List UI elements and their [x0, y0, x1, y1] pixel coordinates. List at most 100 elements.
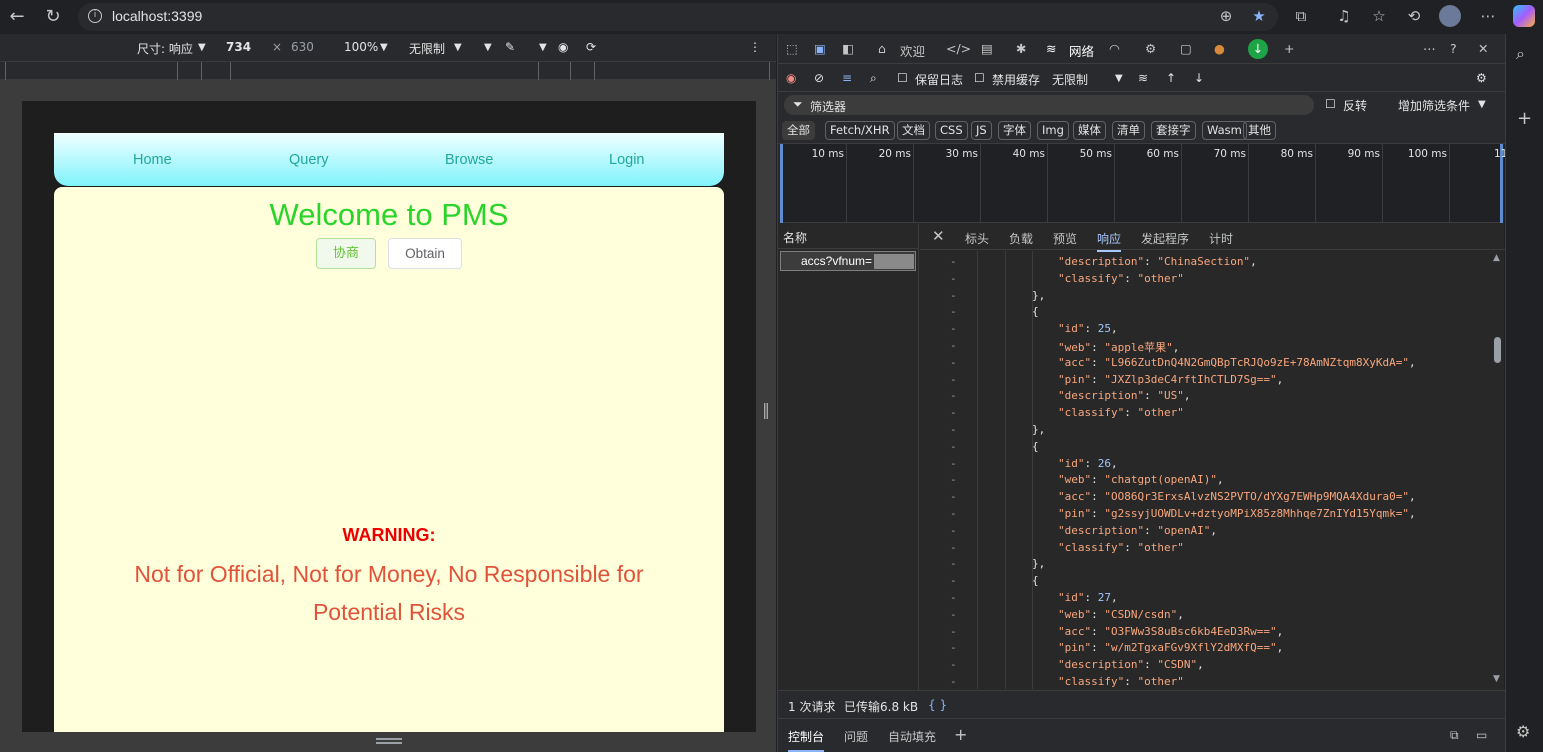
more-filters-dropdown[interactable]: 增加筛选条件	[1398, 97, 1470, 114]
zoom-select[interactable]: 100%	[344, 40, 378, 54]
home-icon[interactable]: ⌂	[878, 41, 886, 56]
tab-response[interactable]: 响应	[1097, 230, 1122, 252]
copilot-icon[interactable]	[1513, 5, 1535, 27]
nav-browse[interactable]: Browse	[445, 152, 493, 168]
filter-all[interactable]: 全部	[782, 121, 815, 140]
obtain-button[interactable]: Obtain	[388, 238, 462, 269]
nav-query[interactable]: Query	[289, 152, 329, 168]
filter-manifest[interactable]: 清单	[1112, 121, 1145, 140]
application-icon[interactable]: ▢	[1180, 41, 1192, 56]
sidebar-settings-icon[interactable]: ⚙	[1516, 722, 1530, 741]
throttle-select[interactable]: 无限制	[409, 40, 445, 57]
network-settings-icon[interactable]: ⚙	[1476, 71, 1487, 85]
tab-headers[interactable]: 标头	[965, 230, 989, 247]
filter-img[interactable]: Img	[1037, 121, 1069, 140]
media-query-ruler[interactable]	[0, 61, 776, 80]
filter-media[interactable]: 媒体	[1073, 121, 1106, 140]
search-icon[interactable]: ⌕	[1516, 44, 1525, 64]
console-icon[interactable]: ▤	[981, 41, 993, 56]
width-input[interactable]: 734	[226, 40, 251, 54]
scroll-down-icon[interactable]: ▼	[1493, 674, 1500, 684]
import-har-icon[interactable]: ↑	[1166, 71, 1176, 85]
wifi-icon[interactable]: ≋	[1046, 41, 1056, 56]
filter-css[interactable]: CSS	[935, 121, 968, 140]
help-icon[interactable]: ?	[1450, 41, 1457, 56]
back-arrow-icon[interactable]: ←	[5, 5, 29, 29]
invert-checkbox[interactable]: ☐	[1325, 97, 1336, 111]
filter-font[interactable]: 字体	[998, 121, 1031, 140]
filter-wasm[interactable]: Wasm	[1202, 121, 1247, 140]
extensions-icon[interactable]: ⧉	[1290, 5, 1312, 27]
tab-autofill[interactable]: 自动填充	[888, 728, 936, 745]
tab-console[interactable]: 控制台	[788, 728, 825, 752]
rotate-icon[interactable]: ⟳	[586, 40, 596, 54]
site-info-icon[interactable]: i	[88, 9, 102, 23]
eyedropper-icon[interactable]: ✎	[505, 40, 515, 54]
close-details-icon[interactable]: ✕	[932, 227, 945, 245]
filter-doc[interactable]: 文档	[897, 121, 930, 140]
media-icon[interactable]: ♫	[1333, 5, 1355, 27]
scroll-up-icon[interactable]: ▲	[1493, 253, 1500, 263]
negotiate-button[interactable]: 协商	[316, 238, 376, 269]
elements-icon[interactable]: </>	[946, 41, 971, 56]
tab-initiator[interactable]: 发起程序	[1141, 230, 1189, 247]
throttle-select[interactable]: 无限制	[1052, 71, 1088, 88]
name-column-header[interactable]: 名称	[783, 229, 807, 246]
filter-js[interactable]: JS	[971, 121, 992, 140]
bug-icon[interactable]: ✱	[1016, 41, 1026, 56]
filter-toggle-icon[interactable]: ≡	[842, 71, 852, 85]
dock-icon[interactable]: ◧	[842, 41, 854, 56]
search-icon[interactable]: ⌕	[870, 71, 877, 86]
height-input[interactable]: 630	[291, 40, 314, 54]
bookmark-star-icon[interactable]: ★	[1248, 5, 1270, 27]
history-icon[interactable]: ⟲	[1403, 5, 1425, 27]
clear-icon[interactable]: ⊘	[814, 71, 824, 85]
more-options-icon[interactable]: ⋮	[749, 40, 761, 54]
tab-issues[interactable]: 问题	[844, 728, 868, 745]
inspect-icon[interactable]: ⬚	[786, 41, 798, 56]
dimensions-select[interactable]: 尺寸: 响应	[137, 40, 193, 57]
add-tab-icon[interactable]: +	[1284, 41, 1294, 56]
pretty-print-icon[interactable]: { }	[928, 698, 947, 712]
zoom-icon[interactable]: ⊕	[1215, 5, 1237, 27]
download-icon[interactable]: ↓	[1248, 39, 1268, 59]
response-body[interactable]: - "description": "ChinaSection", - "classif…	[920, 251, 1490, 689]
reload-icon[interactable]: ↻	[41, 5, 65, 29]
performance-icon[interactable]: ◠	[1109, 41, 1120, 56]
tab-network[interactable]: 网络	[1069, 41, 1094, 60]
drawer-dock-icon[interactable]: ⧉	[1450, 728, 1459, 743]
nav-login[interactable]: Login	[609, 152, 644, 168]
record-icon[interactable]: ◉	[786, 71, 796, 85]
favorites-icon[interactable]: ☆	[1368, 5, 1390, 27]
dropdown-caret-icon[interactable]: ▼	[484, 42, 492, 53]
request-row[interactable]: accs?vfnum=	[780, 251, 916, 271]
address-bar[interactable]: i localhost:3399 ⊕ ★	[78, 3, 1278, 31]
filter-socket[interactable]: 套接字	[1151, 121, 1196, 140]
more-tabs-icon[interactable]: ⋯	[1423, 41, 1436, 56]
network-conditions-icon[interactable]: ≋	[1138, 71, 1148, 85]
device-toggle-icon[interactable]: ▣	[814, 41, 826, 56]
menu-dots-icon[interactable]: ⋯	[1477, 5, 1499, 27]
filter-input[interactable]: ⏷ 筛选器	[784, 95, 1314, 115]
settings-gear-icon[interactable]: ⚙	[1145, 41, 1156, 56]
close-drawer-icon[interactable]: ▭	[1476, 728, 1487, 742]
tab-preview[interactable]: 预览	[1053, 230, 1077, 247]
filter-fetch-xhr[interactable]: Fetch/XHR	[825, 121, 895, 140]
network-overview-timeline[interactable]: 10 ms 20 ms 30 ms 40 ms 50 ms 60 ms 70 ms 80 ms…	[780, 144, 1517, 223]
cookie-icon[interactable]: ●	[1214, 41, 1225, 56]
response-scrollbar[interactable]: ▲ ▼	[1490, 251, 1505, 689]
profile-avatar[interactable]	[1439, 5, 1461, 27]
resize-handle-icon[interactable]: ‖	[762, 400, 770, 428]
tab-payload[interactable]: 负载	[1009, 230, 1033, 247]
close-devtools-icon[interactable]: ✕	[1478, 41, 1488, 56]
preserve-log-checkbox[interactable]: ☐	[897, 71, 908, 85]
vision-icon[interactable]: ◉	[558, 40, 568, 54]
tab-timing[interactable]: 计时	[1209, 230, 1233, 247]
tab-welcome[interactable]: 欢迎	[900, 41, 925, 60]
disable-cache-checkbox[interactable]: ☐	[974, 71, 985, 85]
filter-other[interactable]: 其他	[1243, 121, 1276, 140]
bottom-resize-handle[interactable]	[376, 738, 402, 744]
export-har-icon[interactable]: ↓	[1194, 71, 1204, 85]
add-sidebar-app-icon[interactable]: +	[1517, 108, 1532, 129]
add-drawer-tab-icon[interactable]: +	[954, 725, 967, 744]
